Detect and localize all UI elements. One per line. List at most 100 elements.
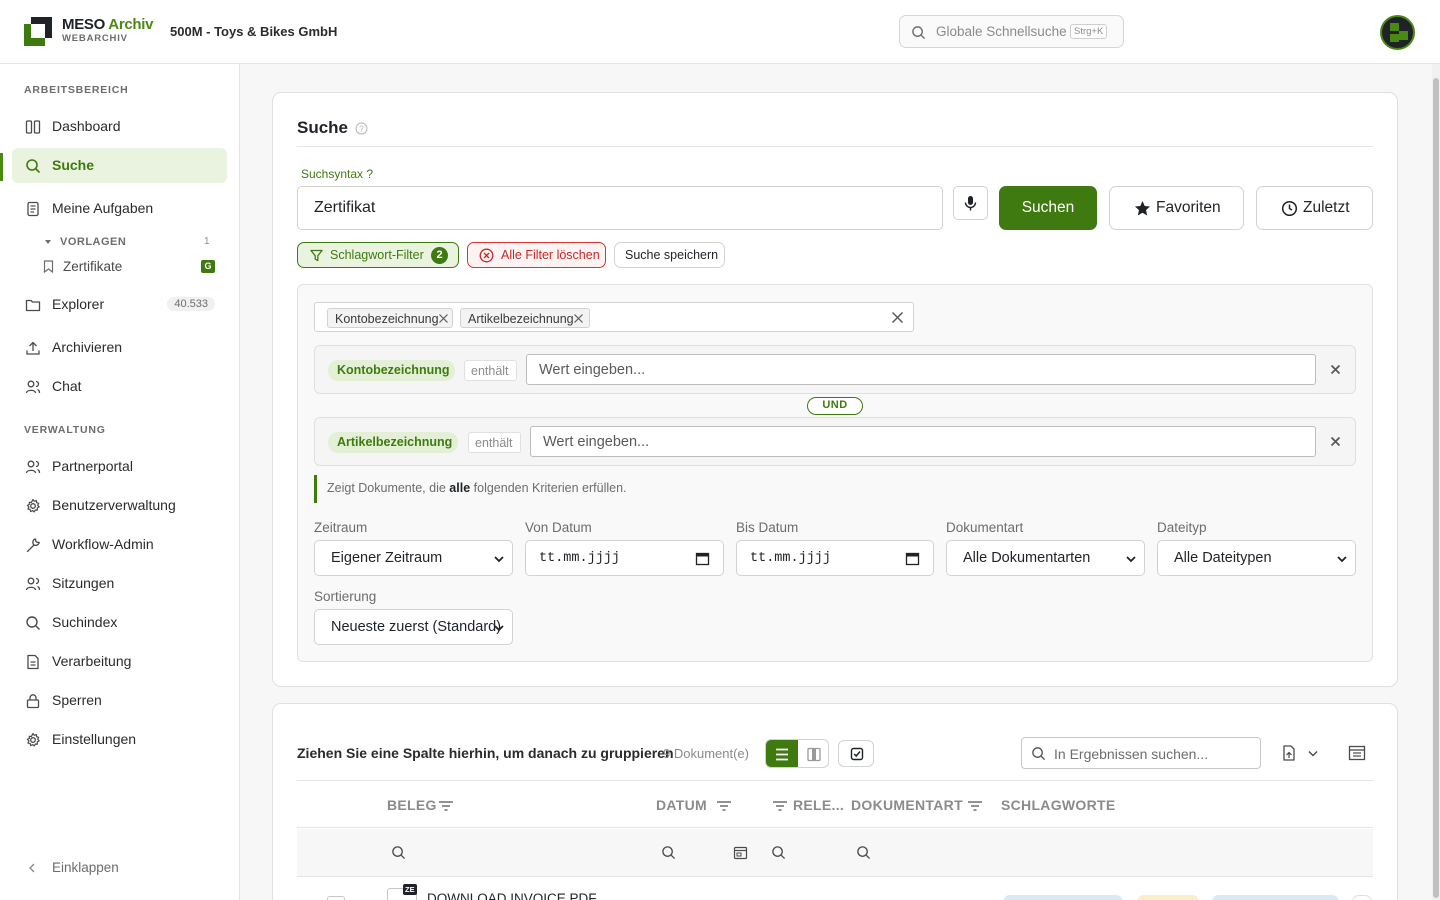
clear-tags-icon[interactable]	[891, 311, 904, 324]
results-search-input[interactable]: In Ergebnissen suchen...	[1021, 737, 1261, 769]
search-query-input[interactable]	[297, 186, 943, 230]
help-icon[interactable]: ?	[355, 122, 368, 135]
calendar-icon[interactable]	[905, 551, 920, 566]
brand-main-text: MESO	[62, 16, 105, 33]
condition-operator[interactable]: enthält	[464, 360, 517, 381]
templates-group-label[interactable]: VORLAGEN	[60, 236, 126, 248]
document-title[interactable]: DOWNLOAD INVOICE PDF	[427, 891, 597, 900]
svg-text:?: ?	[359, 125, 364, 134]
results-filter-row	[297, 829, 1373, 877]
global-search[interactable]: Globale Schnellsuche Strg+K	[899, 15, 1124, 48]
sidebar-item-label: Einstellungen	[52, 731, 137, 747]
column-header-beleg[interactable]: BELEG	[387, 797, 437, 813]
sidebar-item-sperren[interactable]: Sperren	[12, 683, 227, 718]
von-datum-input[interactable]: tt.mm.jjjj	[525, 540, 724, 576]
voice-input-button[interactable]	[953, 186, 988, 220]
dokumentart-select[interactable]: Alle Dokumentarten	[946, 540, 1145, 576]
von-datum-label: Von Datum	[525, 520, 592, 535]
group-drop-hint[interactable]: Ziehen Sie eine Spalte hierhin, um danac…	[297, 745, 674, 761]
keyword-tag-more[interactable]	[1352, 895, 1372, 900]
chevron-down-icon	[494, 625, 504, 632]
chevron-down-icon	[1337, 556, 1347, 563]
sidebar-item-suchindex[interactable]: Suchindex	[12, 605, 227, 640]
list-view-button[interactable]	[766, 740, 798, 767]
explorer-count: 40.533	[167, 297, 215, 311]
meso-logo-icon[interactable]	[24, 17, 52, 46]
remove-condition-icon[interactable]	[1330, 436, 1341, 447]
active-indicator	[0, 153, 3, 181]
user-avatar[interactable]	[1380, 15, 1415, 50]
favorites-button[interactable]: Favoriten	[1109, 186, 1244, 230]
results-search-placeholder: In Ergebnissen suchen...	[1054, 746, 1209, 762]
column-header-schlagworte[interactable]: SCHLAGWORTE	[1001, 797, 1116, 813]
sidebar-item-sitzungen[interactable]: Sitzungen	[12, 566, 227, 601]
caret-down-icon[interactable]	[44, 238, 52, 246]
column-header-relevanz[interactable]: RELE...	[793, 797, 844, 813]
search-icon[interactable]	[771, 845, 786, 860]
collapse-label: Einklappen	[52, 860, 119, 875]
select-mode-button[interactable]	[838, 740, 874, 767]
view-toggle[interactable]	[765, 739, 829, 768]
sidebar-item-benutzerverwaltung[interactable]: Benutzerverwaltung	[12, 488, 227, 523]
condition-operator-label: enthält	[471, 364, 509, 378]
remove-condition-icon[interactable]	[1330, 364, 1341, 375]
filter-panel	[297, 284, 1373, 662]
export-menu-button[interactable]	[1280, 744, 1320, 764]
sidebar-item-label: Chat	[52, 378, 82, 394]
sidebar-item-einstellungen[interactable]: Einstellungen	[12, 722, 227, 757]
sidebar-item-dashboard[interactable]: Dashboard	[12, 109, 227, 144]
collapse-button[interactable]: Einklappen	[24, 858, 144, 878]
page-scrollbar[interactable]	[1432, 64, 1440, 900]
zeitraum-select[interactable]: Eigener Zeitraum	[314, 540, 513, 576]
sidebar-item-chat[interactable]: Chat	[12, 369, 227, 404]
calendar-icon[interactable]	[695, 551, 710, 566]
search-icon[interactable]	[391, 845, 406, 860]
remove-tag-icon[interactable]	[438, 313, 449, 324]
column-chooser-icon[interactable]	[1348, 744, 1366, 762]
zeitraum-label: Zeitraum	[314, 520, 368, 535]
search-icon[interactable]	[661, 845, 676, 860]
sidebar-item-meine-aufgaben[interactable]: Meine Aufgaben	[12, 191, 227, 226]
sidebar-item-workflow-admin[interactable]: Workflow-Admin	[12, 527, 227, 562]
condition-value-input[interactable]	[526, 354, 1316, 385]
search-icon[interactable]	[856, 845, 871, 860]
column-header-dokumentart[interactable]: DOKUMENTART	[851, 797, 963, 813]
column-filter-icon[interactable]	[772, 799, 788, 813]
keyword-filter-toggle[interactable]: Schlagwort-Filter 2	[297, 242, 459, 268]
template-item-zertifikate[interactable]: Zertifikate	[63, 259, 122, 274]
keyword-tag-selector[interactable]: Kontobezeichnung Artikelbezeichnung	[314, 302, 914, 332]
column-filter-icon[interactable]	[716, 799, 732, 813]
conjunction-badge[interactable]: UND	[807, 397, 863, 415]
column-filter-icon[interactable]	[967, 799, 983, 813]
table-row[interactable]: ZE DOWNLOAD INVOICE PDF	[297, 878, 1373, 900]
keyword-tag	[1212, 895, 1339, 900]
search-syntax-link[interactable]: Suchsyntax ?	[301, 167, 373, 181]
sidebar-item-partnerportal[interactable]: Partnerportal	[12, 449, 227, 484]
search-button[interactable]: Suchen	[999, 186, 1097, 230]
clear-filters-button[interactable]: Alle Filter löschen	[467, 242, 606, 268]
row-checkbox[interactable]	[327, 896, 345, 900]
sidebar-item-explorer[interactable]: Explorer 40.533	[12, 287, 227, 322]
calendar-icon[interactable]	[733, 845, 748, 860]
dateityp-select[interactable]: Alle Dateitypen	[1157, 540, 1356, 576]
condition-operator[interactable]: enthält	[468, 432, 521, 453]
bis-datum-input[interactable]: tt.mm.jjjj	[736, 540, 934, 576]
recent-button[interactable]: Zuletzt	[1256, 186, 1373, 230]
selected-tag: Artikelbezeichnung	[460, 308, 590, 328]
brand[interactable]: MESO Archiv WEBARCHIV	[62, 16, 153, 44]
column-filter-icon[interactable]	[438, 799, 454, 813]
von-datum-value: tt.mm.jjjj	[539, 551, 621, 566]
column-header-datum[interactable]: DATUM	[656, 797, 707, 813]
split-view-icon[interactable]	[806, 747, 822, 762]
save-search-button[interactable]: Suche speichern	[614, 242, 725, 268]
condition-value-input[interactable]	[530, 426, 1316, 457]
sidebar-item-archivieren[interactable]: Archivieren	[12, 330, 227, 365]
remove-tag-icon[interactable]	[573, 313, 584, 324]
sortierung-select[interactable]: Neueste zuerst (Standard)	[314, 609, 513, 645]
sidebar-item-suche[interactable]: Suche	[12, 148, 227, 183]
sidebar-item-verarbeitung[interactable]: Verarbeitung	[12, 644, 227, 679]
hint-text-after: folgenden Kriterien erfüllen.	[473, 481, 627, 495]
results-table-header: BELEG DATUM RELE... DOKUMENTART SCHLAGWO…	[297, 780, 1373, 828]
top-bar: MESO Archiv WEBARCHIV 500M - Toys & Bike…	[0, 0, 1440, 64]
users-icon	[25, 577, 41, 591]
